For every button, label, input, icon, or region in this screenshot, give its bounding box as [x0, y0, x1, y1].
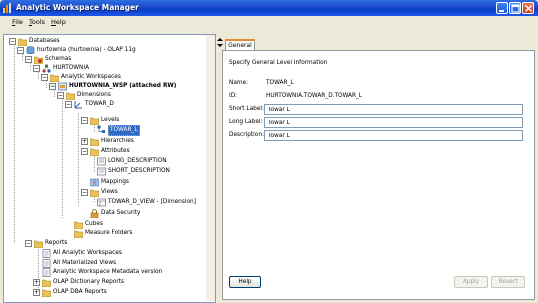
views-folder-icon [90, 189, 99, 197]
folder-icon [18, 38, 27, 46]
tree-node-report-all-materialized-views[interactable]: All Materialized Views [33, 259, 173, 268]
window-title: Analytic Workspace Manager [16, 3, 139, 12]
id-value: HURTOWNIA.TOWAR_D.TOWAR_L [266, 93, 363, 99]
tree-node-mappings[interactable]: Mappings [81, 178, 181, 187]
collapse-toggle[interactable]: − [33, 65, 40, 72]
description-input[interactable] [264, 130, 523, 141]
attribute-icon [97, 167, 106, 176]
measure-folders-icon [74, 230, 83, 238]
name-value: TOWAR_L [266, 80, 294, 86]
help-button[interactable]: Help [229, 276, 261, 288]
report-icon [42, 268, 51, 277]
tree-node-attributes[interactable]: − Attributes [81, 147, 181, 156]
section-title: Specify General Level Information [229, 60, 328, 66]
minimize-button[interactable] [496, 2, 508, 14]
tree-node-views[interactable]: − Views [81, 188, 181, 197]
tree-node-data-security[interactable]: Data Security [81, 209, 181, 218]
tree-node-olap-dba-reports[interactable]: + OLAP DBA Reports [33, 288, 183, 297]
tree-node-databases[interactable]: − Databases [9, 37, 129, 46]
tree-node-view-towar-d-view[interactable]: TOWAR_D_VIEW - [Dimension] [89, 198, 207, 207]
tree-node-attr-long-description[interactable]: LONG_DESCRIPTION [89, 157, 199, 166]
menu-help[interactable]: Help [51, 18, 66, 26]
dimension-icon [74, 101, 82, 109]
tree-node-attr-short-description[interactable]: SHORT_DESCRIPTION [89, 167, 199, 176]
properties-panel [222, 50, 535, 300]
close-button[interactable] [522, 2, 534, 14]
collapse-toggle[interactable]: − [9, 38, 16, 45]
tree-node-dimensions[interactable]: − Dimensions [57, 91, 177, 100]
collapse-toggle[interactable]: − [81, 148, 88, 155]
report-icon [42, 259, 51, 268]
expand-toggle[interactable]: + [33, 279, 40, 286]
short-label-input[interactable] [264, 104, 523, 115]
collapse-toggle[interactable]: − [25, 56, 32, 63]
collapse-toggle[interactable]: − [49, 83, 56, 90]
level-icon [97, 125, 105, 133]
collapse-toggle[interactable]: − [17, 47, 24, 54]
tree-node-level-towar-l[interactable]: TOWAR_L [89, 125, 189, 136]
collapse-down-arrow-icon[interactable] [217, 44, 223, 47]
folder-icon [42, 289, 51, 297]
tree-node-schema-hurtownia[interactable]: − HURTOWNIA [33, 64, 153, 73]
collapse-up-arrow-icon[interactable] [217, 38, 223, 41]
menu-tools[interactable]: Tools [29, 18, 45, 26]
tree-node-connection[interactable]: − hurtownia (hurtownia) - OLAP 11g [17, 46, 177, 55]
revert-button[interactable]: Revert [491, 276, 525, 288]
collapse-toggle[interactable]: − [81, 117, 88, 124]
collapse-toggle[interactable]: − [81, 189, 88, 196]
cubes-folder-icon [74, 221, 83, 229]
tree-node-schemas[interactable]: − Schemas [25, 55, 145, 64]
mappings-icon [90, 178, 99, 187]
collapse-toggle[interactable]: − [65, 101, 72, 108]
attribute-icon [97, 157, 106, 166]
collapse-toggle[interactable]: − [41, 74, 48, 81]
report-icon [42, 249, 51, 258]
expand-toggle[interactable]: + [81, 138, 88, 145]
menu-file[interactable]: File [12, 18, 23, 26]
app-icon [3, 3, 11, 13]
workspace-icon [58, 82, 67, 91]
id-label: ID: [229, 93, 238, 99]
levels-folder-icon [90, 117, 99, 125]
tree-node-analytic-workspaces[interactable]: − Analytic Workspaces [41, 73, 181, 82]
tree-node-reports[interactable]: − Reports [25, 239, 125, 248]
lock-icon [90, 209, 99, 218]
apply-button[interactable]: Apply [454, 276, 488, 288]
description-label: Description: [229, 132, 264, 138]
collapse-toggle[interactable]: − [25, 240, 32, 247]
short-label-label: Short Label: [229, 106, 264, 112]
dimensions-folder-icon [66, 92, 75, 100]
tree-node-olap-dictionary-reports[interactable]: + OLAP Dictionary Reports [33, 278, 183, 287]
schemas-icon [34, 56, 43, 64]
hierarchies-folder-icon [90, 138, 99, 146]
tree-node-report-all-analytic-workspaces[interactable]: All Analytic Workspaces [33, 249, 173, 258]
long-label-input[interactable] [264, 117, 523, 128]
tree-node-report-aw-metadata-version[interactable]: Analytic Workspace Metadata version [33, 268, 203, 277]
long-label-label: Long Label: [229, 119, 263, 125]
tree-node-dimension-towar-d[interactable]: − TOWAR_D [65, 100, 185, 109]
expand-toggle[interactable]: + [33, 289, 40, 296]
tree-node-hierarchies[interactable]: + Hierarchies [81, 137, 181, 146]
folder-icon [42, 279, 51, 287]
tree-node-levels[interactable]: − Levels [81, 116, 181, 125]
menu-bar: File Tools Help [0, 16, 538, 30]
tree-node-cubes[interactable]: Cubes [65, 220, 165, 229]
minimize-icon [499, 10, 504, 12]
database-connection-icon [26, 46, 35, 55]
maximize-icon [511, 4, 520, 13]
view-icon [97, 198, 106, 207]
maximize-button[interactable] [509, 2, 521, 14]
analytic-workspaces-icon [50, 74, 59, 82]
tree-node-workspace[interactable]: − HURTOWNIA_WSP (attached RW) [49, 82, 209, 91]
schema-icon [42, 64, 51, 73]
name-label: Name: [229, 80, 249, 86]
tree-scrollbar[interactable] [206, 35, 215, 301]
attributes-folder-icon [90, 148, 99, 156]
reports-folder-icon [34, 240, 43, 248]
tree-node-measure-folders[interactable]: Measure Folders [65, 229, 165, 238]
close-icon [524, 4, 533, 13]
collapse-toggle[interactable]: − [57, 92, 64, 99]
title-bar: Analytic Workspace Manager [0, 0, 538, 16]
